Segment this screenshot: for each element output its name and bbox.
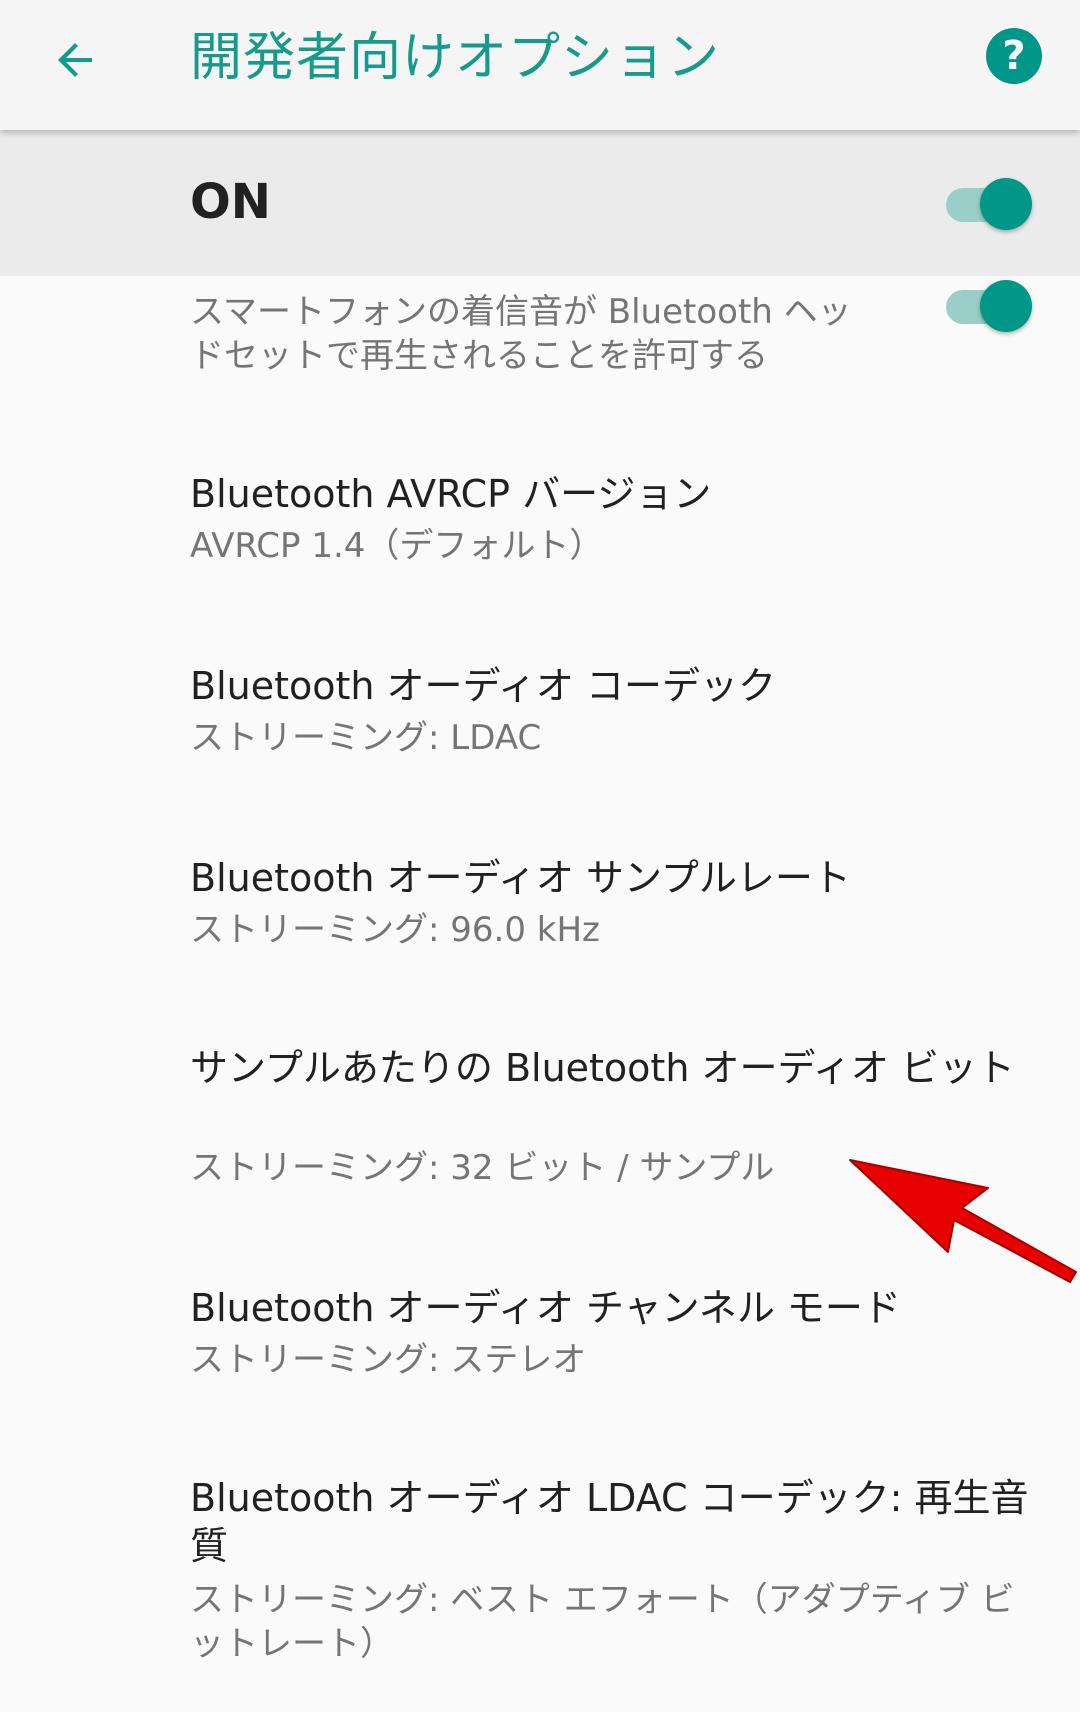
inband-ringing-toggle[interactable] bbox=[946, 280, 1032, 332]
help-icon: ? bbox=[1002, 33, 1026, 79]
master-switch-bar[interactable]: ON bbox=[0, 130, 1080, 276]
settings-item-title: Bluetooth オーディオ LDAC コーデック: 再生音質 bbox=[190, 1476, 1029, 1568]
settings-item-title: サンプルあたりの Bluetooth オーディオ ビット bbox=[190, 1046, 1015, 1090]
settings-item-title: Bluetooth オーディオ サンプルレート bbox=[190, 856, 851, 900]
settings-item-summary: ストリーミング: LDAC bbox=[190, 718, 542, 758]
settings-item-title: Bluetooth AVRCP バージョン bbox=[190, 472, 712, 516]
settings-item-title: Bluetooth オーディオ チャンネル モード bbox=[190, 1286, 901, 1330]
settings-item-audio-codec[interactable]: Bluetooth オーディオ コーデック ストリーミング: LDAC bbox=[0, 590, 1080, 782]
settings-item-summary: ストリーミング: ステレオ bbox=[190, 1340, 587, 1380]
settings-item-ldac-quality[interactable]: Bluetooth オーディオ LDAC コーデック: 再生音質 ストリーミング… bbox=[0, 1404, 1080, 1712]
master-switch-label: ON bbox=[190, 174, 271, 230]
master-switch-toggle[interactable] bbox=[946, 178, 1032, 230]
app-bar: 開発者向けオプション ? bbox=[0, 0, 1080, 130]
settings-item-sample-rate[interactable]: Bluetooth オーディオ サンプルレート ストリーミング: 96.0 kH… bbox=[0, 782, 1080, 974]
settings-item-summary: スマートフォンの着信音が Bluetooth ヘッドセットで再生されることを許可… bbox=[190, 292, 852, 376]
page-title: 開発者向けオプション bbox=[190, 28, 721, 88]
arrow-back-icon bbox=[58, 43, 92, 77]
back-button[interactable] bbox=[36, 20, 116, 100]
toggle-thumb bbox=[980, 280, 1032, 332]
settings-item-summary: ストリーミング: ベスト エフォート（アダプティブ ビットレート） bbox=[190, 1580, 1015, 1664]
settings-item-title: Bluetooth オーディオ コーデック bbox=[190, 664, 776, 708]
settings-item-summary: AVRCP 1.4（デフォルト） bbox=[190, 526, 604, 566]
settings-item-avrcp-version[interactable]: Bluetooth AVRCP バージョン AVRCP 1.4（デフォルト） bbox=[0, 400, 1080, 590]
red-arrow-icon bbox=[849, 1159, 1077, 1283]
settings-item-summary: ストリーミング: 96.0 kHz bbox=[190, 910, 600, 950]
toggle-thumb bbox=[980, 178, 1032, 230]
help-button[interactable]: ? bbox=[986, 28, 1042, 84]
